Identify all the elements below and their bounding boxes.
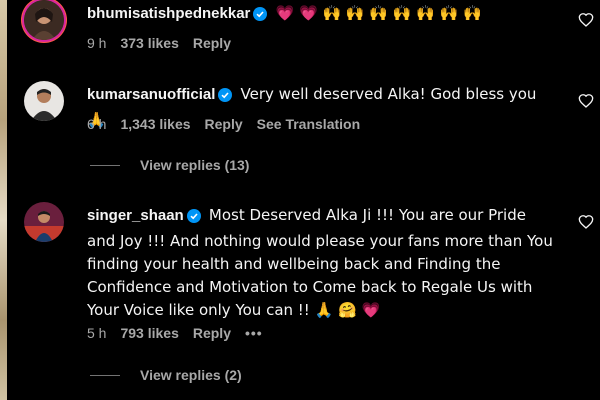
more-options-button[interactable]: •••	[245, 325, 263, 341]
view-replies-label: View replies (13)	[140, 157, 250, 173]
reply-button[interactable]: Reply	[205, 116, 243, 132]
username[interactable]: bhumisatishpednekkar	[87, 5, 250, 22]
reply-button[interactable]: Reply	[193, 325, 231, 341]
view-replies-button[interactable]: View replies (2)	[90, 367, 242, 383]
likes-count[interactable]: 373 likes	[120, 35, 178, 51]
see-translation-button[interactable]: See Translation	[257, 116, 360, 132]
avatar[interactable]	[24, 202, 64, 242]
heart-outline-icon[interactable]	[578, 93, 594, 109]
heart-outline-icon[interactable]	[578, 214, 594, 230]
username[interactable]: singer_shaan	[87, 207, 184, 224]
comment-body: 💗 💗 🙌 🙌 🙌 🙌 🙌 🙌 🙌	[275, 4, 482, 22]
view-replies-button[interactable]: View replies (13)	[90, 157, 249, 173]
reply-button[interactable]: Reply	[193, 35, 231, 51]
timestamp: 5 h	[87, 325, 107, 341]
divider-line	[90, 374, 120, 376]
avatar[interactable]	[24, 81, 64, 121]
background-strip	[0, 0, 7, 400]
comment-meta: 6 h 1,343 likes Reply See Translation	[87, 116, 374, 132]
heart-outline-icon[interactable]	[578, 12, 594, 28]
divider-line	[90, 164, 120, 166]
likes-count[interactable]: 1,343 likes	[120, 116, 190, 132]
view-replies-label: View replies (2)	[140, 367, 242, 383]
avatar[interactable]	[24, 0, 64, 40]
comment-text: bhumisatishpednekkar 💗 💗 🙌 🙌 🙌 🙌 🙌 🙌 🙌	[87, 2, 557, 28]
comment-text: singer_shaan Most Deserved Alka Ji !!! Y…	[87, 204, 557, 322]
verified-badge-icon	[218, 87, 233, 109]
verified-badge-icon	[253, 6, 268, 28]
comment-meta: 9 h 373 likes Reply	[87, 35, 245, 51]
verified-badge-icon	[186, 208, 201, 230]
timestamp: 6 h	[87, 116, 107, 132]
likes-count[interactable]: 793 likes	[120, 325, 178, 341]
timestamp: 9 h	[87, 35, 107, 51]
comment-meta: 5 h 793 likes Reply •••	[87, 325, 277, 341]
username[interactable]: kumarsanuofficial	[87, 86, 215, 103]
